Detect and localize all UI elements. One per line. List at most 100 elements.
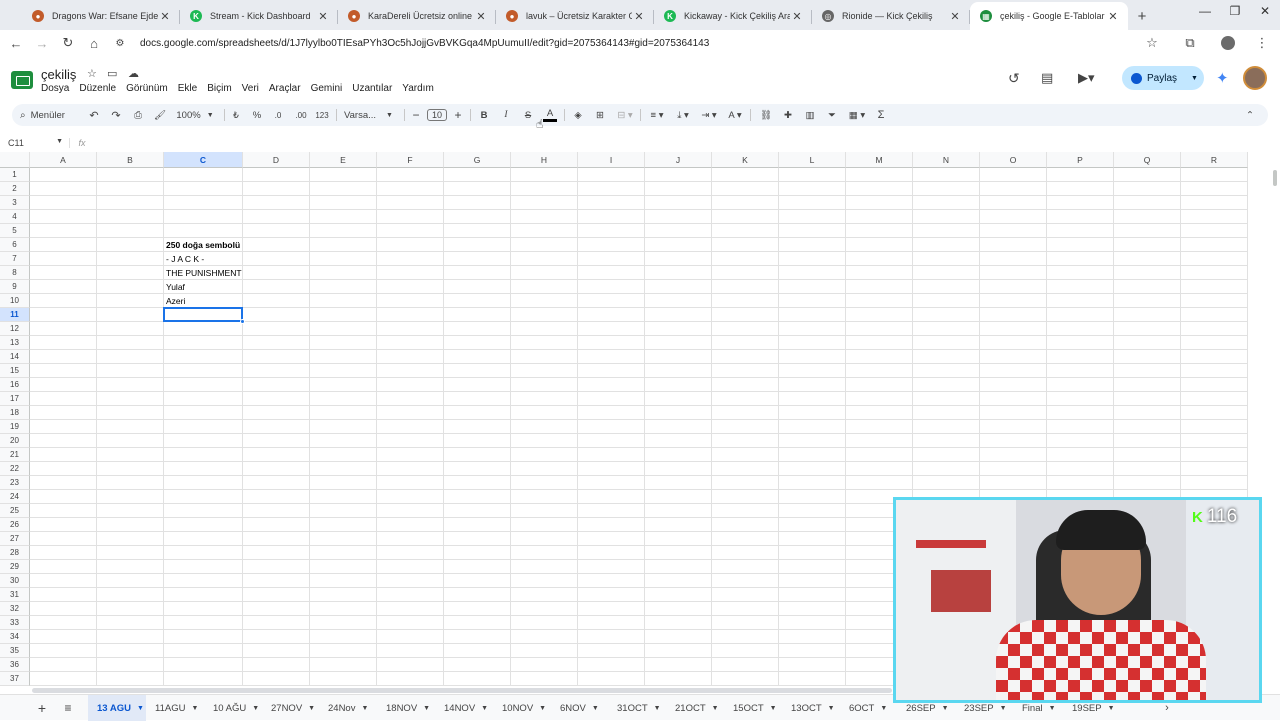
insert-comment-icon[interactable]: ✚ [780,104,796,126]
row-header[interactable]: 21 [0,448,30,462]
row-header[interactable]: 14 [0,350,30,364]
row-header[interactable]: 28 [0,546,30,560]
select-all-corner[interactable] [0,152,30,168]
decrease-decimal-button[interactable]: .0 [270,104,286,126]
browser-tab[interactable]: ● KaraDereli Ücretsiz online rol y✕ [338,2,496,30]
cell-value[interactable]: 250 doğa sembolü [166,238,240,252]
share-button[interactable]: Paylaş ▼ [1122,66,1204,90]
sheet-tab[interactable]: 6OCT ▼ [840,695,897,721]
chevron-down-icon[interactable]: ▼ [423,705,430,712]
row-header[interactable]: 3 [0,196,30,210]
doc-title[interactable]: çekiliş [41,67,76,82]
version-history-icon[interactable]: ↺ [1008,70,1020,87]
row-header[interactable]: 30 [0,574,30,588]
site-info-icon[interactable]: ⚙ [108,31,132,55]
vertical-scrollbar[interactable] [1273,170,1277,186]
row-header[interactable]: 15 [0,364,30,378]
filter-views-icon[interactable]: ▦ ▾ [846,104,868,126]
tab-close-icon[interactable]: ✕ [158,10,172,23]
collapse-toolbar-icon[interactable]: ⌃ [1242,104,1258,126]
chevron-down-icon[interactable]: ▼ [880,705,887,712]
row-header[interactable]: 16 [0,378,30,392]
star-icon[interactable]: ☆ [87,67,97,80]
italic-button[interactable]: I [500,104,512,126]
close-window-icon[interactable]: ✕ [1250,4,1280,18]
fill-handle[interactable] [240,319,245,324]
zoom-select[interactable]: 100% ▼ [174,104,216,126]
column-header[interactable]: O [980,152,1047,168]
active-cell[interactable] [163,307,243,322]
menu-item[interactable]: Ekle [178,83,197,94]
column-header[interactable]: H [511,152,578,168]
menu-item[interactable]: Uzantılar [352,83,392,94]
column-header[interactable]: E [310,152,377,168]
menu-item[interactable]: Biçim [207,83,231,94]
menu-item[interactable]: Yardım [402,83,434,94]
row-header[interactable]: 10 [0,294,30,308]
row-header[interactable]: 36 [0,658,30,672]
row-header[interactable]: 35 [0,644,30,658]
column-header[interactable]: P [1047,152,1114,168]
chevron-down-icon[interactable]: ▼ [539,705,546,712]
chevron-down-icon[interactable]: ▼ [592,705,599,712]
cell-value[interactable]: Azeri [166,294,185,308]
currency-format-button[interactable]: ₺ [230,104,242,126]
tab-close-icon[interactable]: ✕ [1106,10,1120,23]
bookmark-star-icon[interactable]: ☆ [1140,31,1164,55]
reload-icon[interactable]: ↻ [56,31,80,55]
font-size-decrease-button[interactable]: − [410,104,422,126]
horizontal-align-icon[interactable]: ≡ ▾ [646,104,668,126]
gemini-icon[interactable]: ✦ [1216,69,1229,87]
profile-avatar-icon[interactable] [1216,31,1240,55]
browser-menu-icon[interactable]: ⋮ [1250,31,1274,55]
cell-value[interactable]: - J A C K - [166,252,204,266]
sheet-tab[interactable]: 13 AGU ▼ [88,695,146,721]
add-sheet-button[interactable]: + [36,695,48,721]
filter-icon[interactable]: ⏷ [824,104,840,126]
sheet-tab[interactable]: 13OCT ▼ [782,695,840,721]
chevron-down-icon[interactable]: ▼ [828,705,835,712]
chevron-down-icon[interactable]: ▼ [308,705,315,712]
tab-close-icon[interactable]: ✕ [316,10,330,23]
borders-icon[interactable]: ⊞ [592,104,608,126]
tab-close-icon[interactable]: ✕ [790,10,804,23]
functions-button[interactable]: Σ [874,104,888,126]
sheet-tab[interactable]: 18NOV ▼ [377,695,435,721]
sheet-tab[interactable]: 21OCT ▼ [666,695,724,721]
menu-item[interactable]: Araçlar [269,83,301,94]
browser-tab[interactable]: ◎ Rionide — Kick Çekiliş ✕ [812,2,970,30]
fill-color-icon[interactable]: ◈ [570,104,586,126]
menu-item[interactable]: Gemini [311,83,343,94]
all-sheets-button[interactable]: ≡ [62,695,74,721]
merge-cells-icon[interactable]: ⊟ ▾ [614,104,636,126]
row-header[interactable]: 13 [0,336,30,350]
sheet-tab[interactable]: 27NOV ▼ [262,695,319,721]
browser-tab[interactable]: ● Dragons War: Efsane Ejderhalar✕ [22,2,180,30]
chevron-down-icon[interactable]: ▼ [191,705,198,712]
column-header[interactable]: F [377,152,444,168]
font-family-select[interactable]: Varsa... ▼ [344,104,400,126]
row-header[interactable]: 2 [0,182,30,196]
more-formats-button[interactable]: 123 [314,104,330,126]
account-avatar[interactable] [1243,66,1267,90]
column-header[interactable]: J [645,152,712,168]
column-header[interactable]: C [164,152,243,168]
chevron-down-icon[interactable]: ▼ [137,705,144,712]
row-header[interactable]: 24 [0,490,30,504]
row-header[interactable]: 25 [0,504,30,518]
row-header[interactable]: 23 [0,476,30,490]
row-header[interactable]: 37 [0,672,30,686]
row-header[interactable]: 20 [0,434,30,448]
chevron-down-icon[interactable]: ▼ [361,705,368,712]
browser-tab[interactable]: ● lavuk – Ücretsiz Karakter Gelişt✕ [496,2,654,30]
name-box[interactable]: C11 ▼ [0,138,70,148]
paint-format-icon[interactable]: 🖌 [152,104,168,126]
row-header[interactable]: 34 [0,630,30,644]
menu-item[interactable]: Görünüm [126,83,168,94]
column-header[interactable]: Q [1114,152,1181,168]
text-wrap-icon[interactable]: ⇥ ▾ [698,104,720,126]
maximize-icon[interactable]: ❐ [1220,4,1250,18]
sheet-tab[interactable]: 6NOV ▼ [551,695,608,721]
sheets-logo-icon[interactable] [11,71,33,89]
forward-icon[interactable]: → [30,31,54,55]
